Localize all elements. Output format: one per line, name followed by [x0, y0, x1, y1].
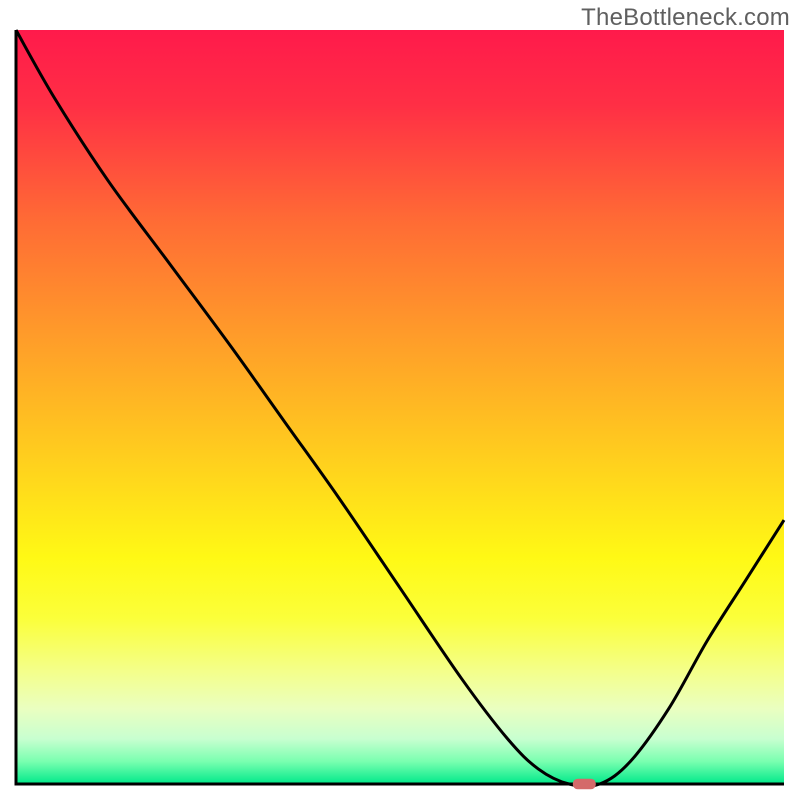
- bottleneck-chart: [0, 0, 800, 800]
- watermark-text: TheBottleneck.com: [581, 4, 790, 32]
- chart-container: TheBottleneck.com: [0, 0, 800, 800]
- gradient-background: [16, 30, 784, 784]
- optimum-marker: [573, 779, 596, 790]
